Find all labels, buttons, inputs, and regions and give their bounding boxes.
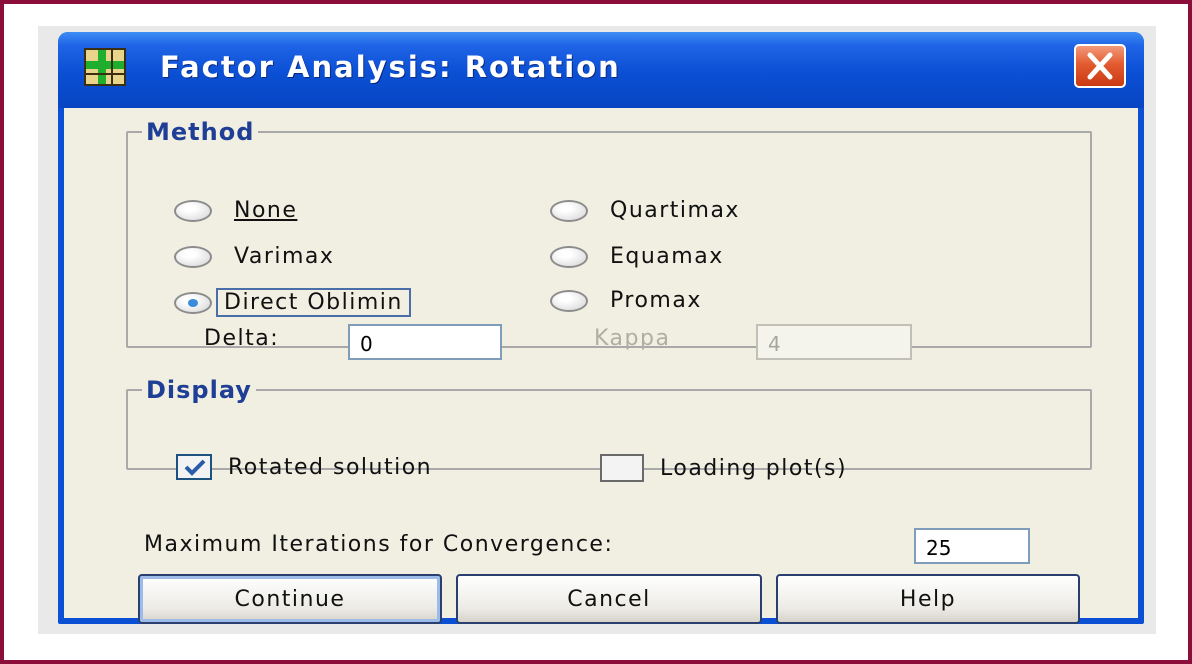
radio-button[interactable] bbox=[550, 289, 588, 312]
radio-button[interactable] bbox=[550, 199, 588, 222]
factor-grid-icon bbox=[84, 48, 126, 86]
radio-varimax[interactable]: Varimax bbox=[174, 244, 334, 269]
delta-input[interactable]: 0 bbox=[348, 324, 502, 360]
radio-none[interactable]: None bbox=[174, 198, 297, 223]
rotation-dialog: Factor Analysis: Rotation Method None Qu… bbox=[58, 32, 1144, 624]
kappa-input[interactable]: 4 bbox=[756, 324, 912, 360]
radio-button[interactable] bbox=[550, 245, 588, 268]
close-icon bbox=[1087, 52, 1113, 80]
rotated-solution-label: Rotated solution bbox=[228, 454, 433, 480]
dialog-title: Factor Analysis: Rotation bbox=[160, 50, 621, 84]
max-iterations-input[interactable]: 25 bbox=[914, 528, 1030, 564]
delta-label: Delta: bbox=[204, 326, 280, 351]
title-bar[interactable]: Factor Analysis: Rotation bbox=[58, 32, 1144, 108]
check-icon bbox=[184, 459, 206, 476]
radio-quartimax[interactable]: Quartimax bbox=[550, 198, 740, 223]
radio-promax-label: Promax bbox=[610, 288, 702, 313]
radio-direct-oblimin[interactable]: Direct Oblimin bbox=[174, 288, 411, 317]
continue-button[interactable]: Continue bbox=[138, 574, 442, 624]
radio-equamax[interactable]: Equamax bbox=[550, 244, 724, 269]
radio-direct-oblimin-label: Direct Oblimin bbox=[216, 288, 411, 317]
kappa-label: Kappa bbox=[594, 326, 671, 351]
radio-varimax-label: Varimax bbox=[234, 244, 335, 269]
close-button[interactable] bbox=[1074, 44, 1126, 88]
loading-plots-label: Loading plot(s) bbox=[660, 455, 848, 481]
radio-none-label: None bbox=[234, 198, 298, 223]
method-legend: Method bbox=[146, 118, 255, 146]
radio-button-selected[interactable] bbox=[174, 291, 212, 314]
radio-button[interactable] bbox=[174, 245, 212, 268]
radio-equamax-label: Equamax bbox=[610, 244, 724, 269]
radio-quartimax-label: Quartimax bbox=[610, 198, 740, 223]
rotated-solution-checkbox[interactable]: Rotated solution bbox=[176, 454, 432, 480]
checkbox-unchecked[interactable] bbox=[600, 454, 644, 482]
radio-button[interactable] bbox=[174, 199, 212, 222]
dialog-body: Method None Quartimax Varimax Equamax Di… bbox=[64, 108, 1138, 624]
cancel-button[interactable]: Cancel bbox=[456, 574, 762, 624]
radio-promax[interactable]: Promax bbox=[550, 288, 702, 313]
max-iterations-label: Maximum Iterations for Convergence: bbox=[144, 532, 614, 557]
checkbox-checked[interactable] bbox=[176, 454, 212, 480]
loading-plots-checkbox[interactable]: Loading plot(s) bbox=[600, 454, 847, 482]
help-button[interactable]: Help bbox=[776, 574, 1080, 624]
display-legend: Display bbox=[146, 376, 252, 404]
